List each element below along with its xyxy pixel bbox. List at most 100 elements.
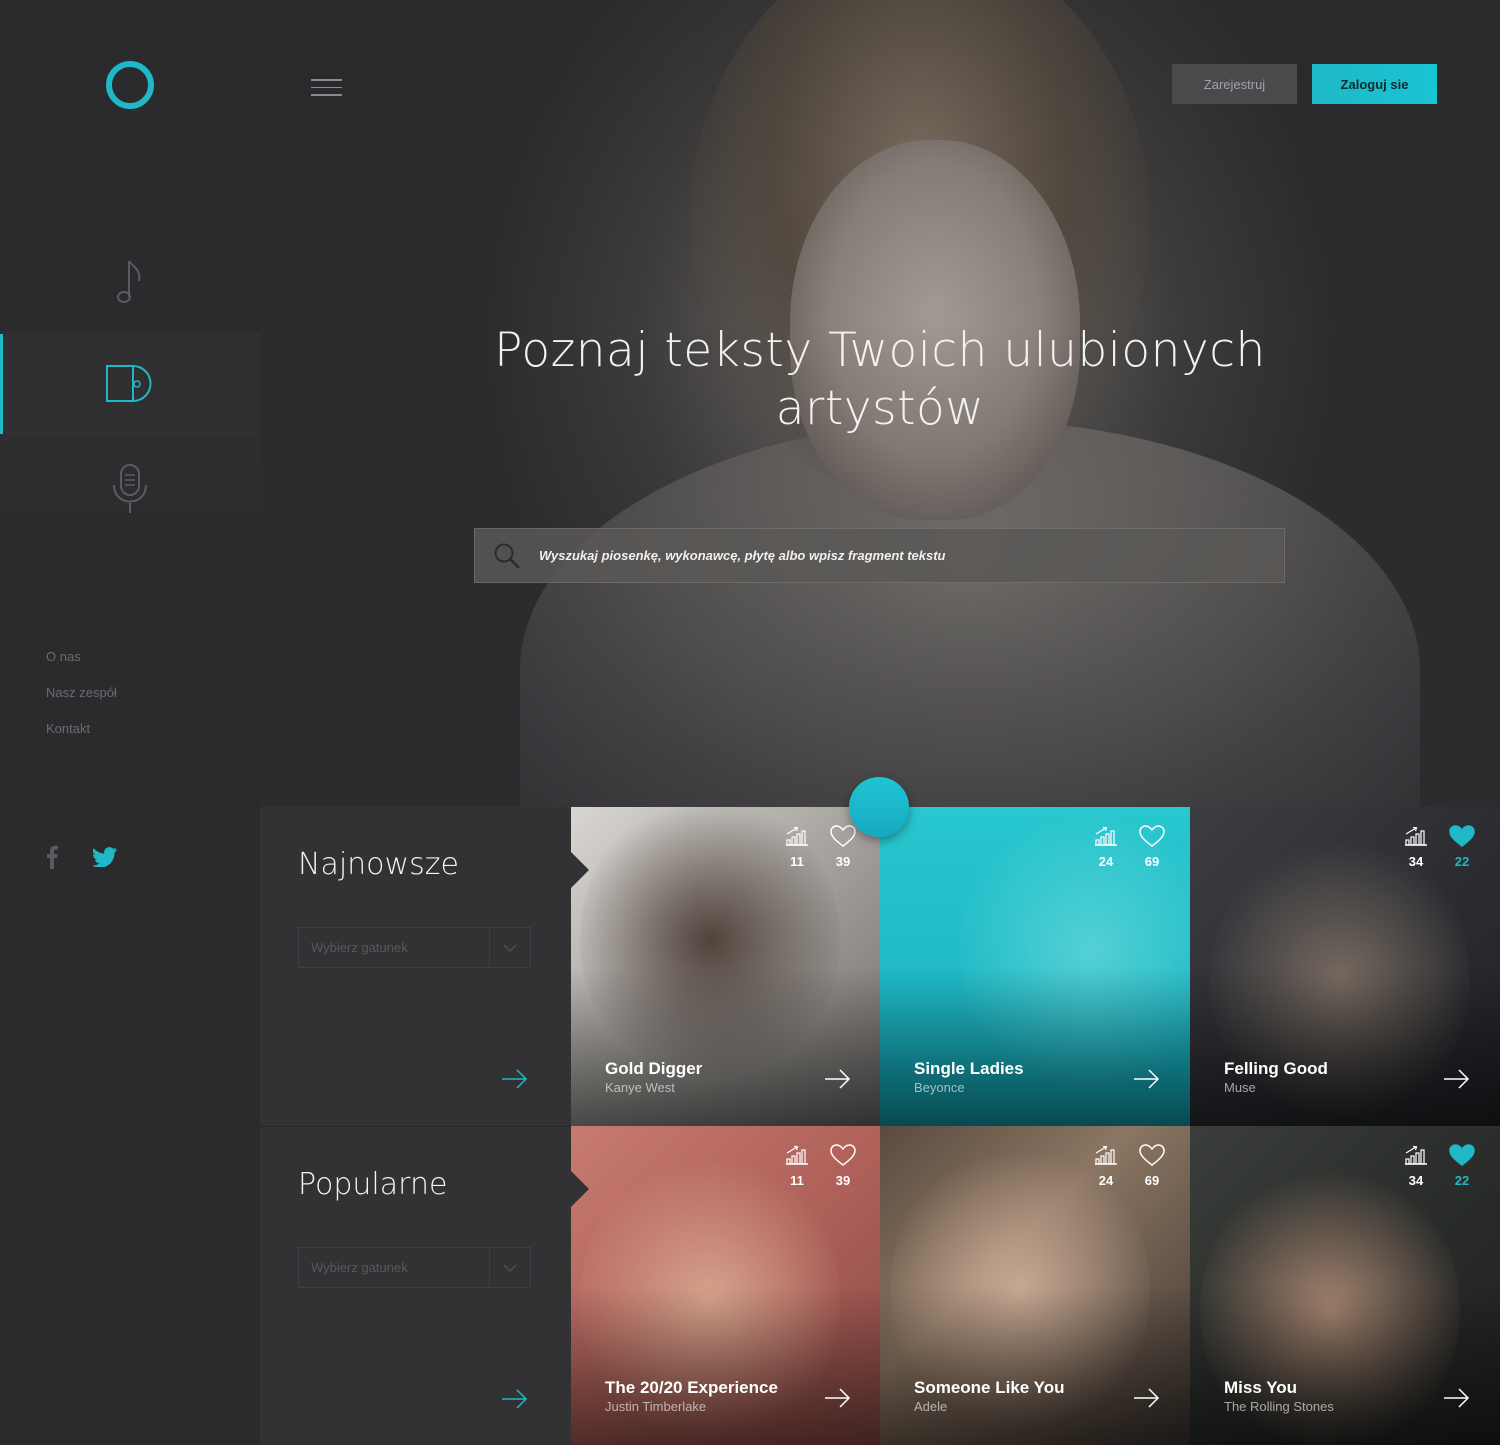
likes-stat[interactable]: 22 bbox=[1449, 1144, 1475, 1188]
views-count: 24 bbox=[1098, 1173, 1114, 1188]
card-stats: 24 69 bbox=[1093, 825, 1165, 869]
likes-count: 39 bbox=[835, 854, 851, 869]
link-about[interactable]: O nas bbox=[46, 648, 117, 665]
arrow-right-icon[interactable] bbox=[1134, 1069, 1160, 1089]
login-button[interactable]: Zaloguj sie bbox=[1312, 64, 1437, 104]
song-title[interactable]: Single Ladies bbox=[914, 1059, 1024, 1079]
link-team[interactable]: Nasz zespół bbox=[46, 684, 117, 701]
artist-name[interactable]: Beyonce bbox=[914, 1080, 965, 1095]
likes-stat[interactable]: 69 bbox=[1139, 1144, 1165, 1188]
section-title: Najnowsze bbox=[298, 847, 459, 882]
card-stats: 11 39 bbox=[784, 825, 856, 869]
likes-stat[interactable]: 39 bbox=[830, 1144, 856, 1188]
song-title[interactable]: Gold Digger bbox=[605, 1059, 702, 1079]
facebook-icon[interactable] bbox=[46, 845, 58, 869]
search-icon bbox=[494, 543, 520, 569]
song-title[interactable]: Someone Like You bbox=[914, 1378, 1065, 1398]
song-title[interactable]: Felling Good bbox=[1224, 1059, 1328, 1079]
footer-links: O nas Nasz zespół Kontakt bbox=[46, 648, 117, 756]
stats-icon bbox=[786, 826, 808, 846]
card-stats: 34 22 bbox=[1403, 825, 1475, 869]
arrow-right-icon[interactable] bbox=[1134, 1388, 1160, 1408]
views-stat: 34 bbox=[1403, 1144, 1429, 1188]
nav-albums[interactable] bbox=[0, 334, 260, 435]
menu-icon[interactable] bbox=[311, 79, 342, 102]
heart-icon[interactable] bbox=[1139, 825, 1165, 847]
stats-icon bbox=[1405, 1145, 1427, 1165]
card-stats: 11 39 bbox=[784, 1144, 856, 1188]
song-card[interactable]: 24 69 Someone Like You Adele bbox=[880, 1126, 1190, 1445]
social-links bbox=[46, 845, 118, 869]
genre-select-label: Wybierz gatunek bbox=[311, 940, 408, 955]
hero-title: Poznaj teksty Twoich ulubionych artystów bbox=[494, 323, 1266, 436]
register-button[interactable]: Zarejestruj bbox=[1172, 64, 1297, 104]
link-contact[interactable]: Kontakt bbox=[46, 720, 117, 737]
likes-stat[interactable]: 69 bbox=[1139, 825, 1165, 869]
twitter-icon[interactable] bbox=[92, 847, 118, 867]
logo-icon[interactable] bbox=[106, 61, 154, 109]
song-title[interactable]: The 20/20 Experience bbox=[605, 1378, 778, 1398]
artist-name[interactable]: Kanye West bbox=[605, 1080, 675, 1095]
views-count: 11 bbox=[790, 1173, 804, 1188]
genre-select[interactable]: Wybierz gatunek bbox=[298, 1247, 531, 1288]
views-stat: 11 bbox=[784, 825, 810, 869]
hero: Zarejestruj Zaloguj sie Poznaj teksty Tw… bbox=[260, 0, 1500, 807]
arrow-right-icon[interactable] bbox=[1444, 1388, 1470, 1408]
music-note-icon bbox=[117, 260, 141, 303]
arrow-right-icon[interactable] bbox=[825, 1388, 851, 1408]
heart-icon[interactable] bbox=[830, 825, 856, 847]
song-card[interactable]: 24 69 Single Ladies Beyonce bbox=[880, 807, 1190, 1126]
views-count: 11 bbox=[790, 854, 804, 869]
arrow-right-icon[interactable] bbox=[1444, 1069, 1470, 1089]
likes-count: 22 bbox=[1454, 1173, 1470, 1188]
song-card[interactable]: 11 39 Gold Digger Kanye West bbox=[571, 807, 881, 1126]
heart-icon[interactable] bbox=[1139, 1144, 1165, 1166]
views-count: 24 bbox=[1098, 854, 1114, 869]
song-card[interactable]: 34 22 Miss You The Rolling Stones bbox=[1190, 1126, 1500, 1445]
stats-icon bbox=[1095, 1145, 1117, 1165]
song-card[interactable]: 11 39 The 20/20 Experience Justin Timber… bbox=[571, 1126, 881, 1445]
song-title[interactable]: Miss You bbox=[1224, 1378, 1297, 1398]
likes-count: 22 bbox=[1454, 854, 1470, 869]
heart-icon[interactable] bbox=[830, 1144, 856, 1166]
views-stat: 24 bbox=[1093, 1144, 1119, 1188]
section-popular: Popularne Wybierz gatunek bbox=[260, 1126, 571, 1445]
stats-icon bbox=[1095, 826, 1117, 846]
scroll-fab-button[interactable] bbox=[849, 777, 909, 837]
chevron-down-icon bbox=[503, 1263, 517, 1272]
likes-count: 69 bbox=[1144, 854, 1160, 869]
stats-icon bbox=[1405, 826, 1427, 846]
search-bar[interactable] bbox=[474, 528, 1285, 583]
arrow-right-icon[interactable] bbox=[502, 1389, 528, 1409]
genre-select-label: Wybierz gatunek bbox=[311, 1260, 408, 1275]
genre-select[interactable]: Wybierz gatunek bbox=[298, 927, 531, 968]
search-input[interactable] bbox=[539, 548, 1239, 563]
arrow-right-icon[interactable] bbox=[502, 1069, 528, 1089]
artist-name[interactable]: The Rolling Stones bbox=[1224, 1399, 1334, 1414]
section-newest: Najnowsze Wybierz gatunek bbox=[260, 807, 571, 1126]
heart-icon[interactable] bbox=[1449, 1144, 1475, 1166]
stats-icon bbox=[786, 1145, 808, 1165]
arrow-right-icon[interactable] bbox=[825, 1069, 851, 1089]
heart-icon[interactable] bbox=[1449, 825, 1475, 847]
artist-name[interactable]: Adele bbox=[914, 1399, 947, 1414]
nav-artists[interactable] bbox=[0, 436, 260, 586]
artist-name[interactable]: Justin Timberlake bbox=[605, 1399, 706, 1414]
artist-name[interactable]: Muse bbox=[1224, 1080, 1256, 1095]
views-stat: 34 bbox=[1403, 825, 1429, 869]
song-card[interactable]: 34 22 Felling Good Muse bbox=[1190, 807, 1500, 1126]
likes-count: 69 bbox=[1144, 1173, 1160, 1188]
likes-stat[interactable]: 39 bbox=[830, 825, 856, 869]
views-stat: 11 bbox=[784, 1144, 810, 1188]
card-stats: 34 22 bbox=[1403, 1144, 1475, 1188]
sidebar: O nas Nasz zespół Kontakt bbox=[0, 0, 260, 1445]
likes-stat[interactable]: 22 bbox=[1449, 825, 1475, 869]
nav-music[interactable] bbox=[0, 232, 260, 333]
views-count: 34 bbox=[1408, 1173, 1424, 1188]
chevron-down-icon bbox=[503, 943, 517, 952]
album-icon bbox=[106, 365, 152, 402]
views-count: 34 bbox=[1408, 854, 1424, 869]
views-stat: 24 bbox=[1093, 825, 1119, 869]
section-title: Popularne bbox=[298, 1167, 448, 1202]
microphone-icon bbox=[113, 463, 147, 513]
